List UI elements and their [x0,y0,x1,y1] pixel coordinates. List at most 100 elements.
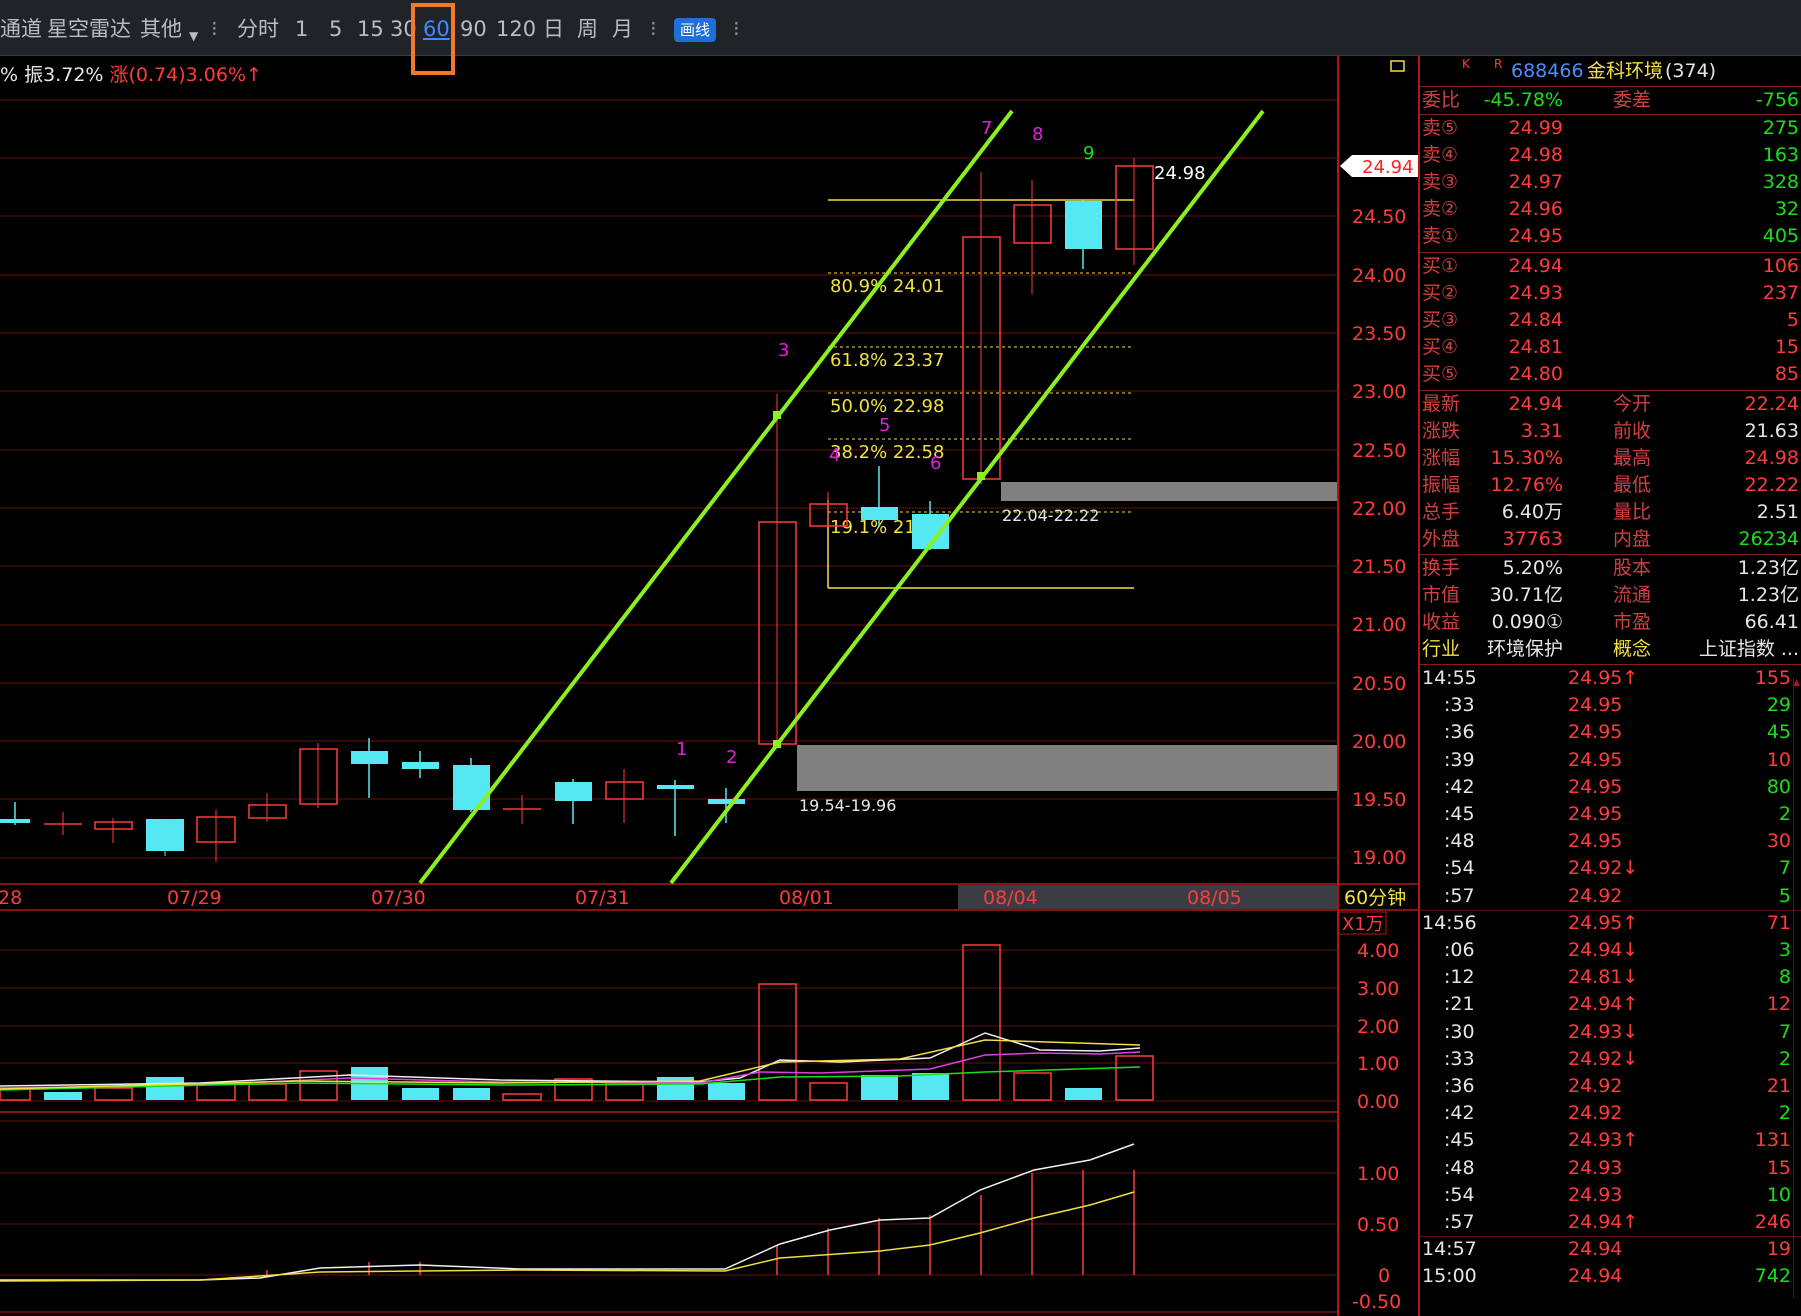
tick-row[interactable]: 14:57 24.94 19 [1420,1236,1801,1263]
period-month[interactable]: 月 [612,17,633,41]
price-grid [0,99,1338,859]
tick-row[interactable]: :42 24.95 80 [1420,774,1801,801]
bid-row[interactable]: 买④ 24.81 15 [1420,334,1801,361]
tick-row[interactable]: :57 24.92 5 [1420,883,1801,910]
scroll-up-icon[interactable]: ▲ [1793,678,1800,688]
tick-row[interactable]: :42 24.92 2 [1420,1100,1801,1127]
last-price-label: 24.94 [1362,157,1414,178]
ask-row[interactable]: 卖③ 24.97 328 [1420,169,1801,196]
tick-row[interactable]: :54 24.92↓ 7 [1420,855,1801,882]
period-120[interactable]: 120 [496,17,536,41]
tick-volume: 131 [1754,1129,1791,1152]
price-tick: 21.50 [1352,556,1406,578]
tick-row[interactable]: :48 24.93 15 [1420,1155,1801,1182]
tick-row[interactable]: :30 24.93↓ 7 [1420,1019,1801,1046]
fib-level-61: 61.8% 23.37 [830,350,944,371]
ask-row[interactable]: 卖① 24.95 405 [1420,223,1801,250]
tick-row[interactable]: 15:00 24.94 742 [1420,1263,1801,1290]
tick-row[interactable]: :06 24.94↓ 3 [1420,937,1801,964]
tick-time: :30 [1444,1020,1475,1043]
tick-row[interactable]: 14:56 24.95↑ 71 [1420,910,1801,937]
chevron-down-icon[interactable]: ▼ [189,24,198,48]
tick-row[interactable]: :45 24.95 2 [1420,801,1801,828]
tick-row[interactable]: 14:55 24.95↑ 155 [1420,665,1801,692]
tick-scrollbar[interactable]: ▲ [1793,678,1801,1298]
stock-code: 688466 [1511,60,1584,82]
period-15[interactable]: 15 [357,17,384,41]
tick-volume: 8 [1778,966,1791,989]
tick-row[interactable]: :39 24.95 10 [1420,747,1801,774]
bid-row[interactable]: 买② 24.93 237 [1420,280,1801,307]
tick-row[interactable]: :54 24.93 10 [1420,1182,1801,1209]
ask-row[interactable]: 卖② 24.96 32 [1420,196,1801,223]
tick-time: :36 [1444,721,1475,744]
tick-price: 24.92 [1568,884,1623,907]
draw-line-button[interactable]: 画线 [674,18,716,42]
tick-time: :12 [1444,966,1475,989]
tick-price: 24.92 [1568,1102,1623,1125]
tick-price: 24.92 [1568,1075,1623,1097]
tick-time: :33 [1444,1047,1475,1070]
bid-row[interactable]: 买③ 24.84 5 [1420,307,1801,334]
menu-tongdao[interactable]: 通道 [0,17,42,41]
price-tick: 24.00 [1352,265,1406,287]
volume-unit: X1万 [1342,914,1384,935]
menu-xingkong-radar[interactable]: 星空雷达 [47,17,131,41]
period-day[interactable]: 日 [543,17,564,41]
tick-volume: 7 [1778,1020,1791,1043]
ask-row[interactable]: 卖④ 24.98 163 [1420,142,1801,169]
svg-text:1: 1 [676,739,687,760]
svg-text:4: 4 [829,445,840,466]
order-ratio-row: 委比 -45.78% 委差 -756 [1422,89,1799,111]
svg-text:1.00: 1.00 [1357,1053,1399,1075]
indicator-ticks: 1.00 0.50 0 -0.50 [1352,1163,1401,1313]
svg-text:3: 3 [778,340,789,361]
tick-time: :57 [1444,884,1475,907]
svg-text:0: 0 [1378,1265,1390,1287]
tick-row[interactable]: :33 24.92↓ 2 [1420,1046,1801,1073]
period-90[interactable]: 90 [460,17,487,41]
period-5[interactable]: 5 [329,17,342,41]
period-1[interactable]: 1 [295,17,308,41]
tick-time: :48 [1444,1156,1475,1179]
last-price-flag: 24.94 [1340,155,1418,178]
fib-level-50: 50.0% 22.98 [830,396,944,417]
period-label: 60分钟 [1344,887,1406,909]
period-week[interactable]: 周 [577,17,598,41]
industry-row[interactable]: 行业 环境保护 概念 上证指数 ... [1420,636,1801,663]
indicator-bars [266,1170,1135,1275]
tick-volume: 30 [1766,830,1791,853]
menu-other[interactable]: 其他 [140,17,182,41]
separator-icon: ⁝ [211,17,218,41]
period-fenshi[interactable]: 分时 [237,17,279,41]
svg-text:4.00: 4.00 [1357,940,1399,962]
tick-row[interactable]: :12 24.81↓ 8 [1420,964,1801,991]
tick-row[interactable]: :45 24.93↑ 131 [1420,1127,1801,1154]
separator-icon: ⁝ [650,17,657,41]
selected-period-highlight [411,3,455,75]
bid-row[interactable]: 买⑤ 24.80 85 [1420,361,1801,388]
tick-volume: 12 [1766,993,1791,1016]
bid-row[interactable]: 买① 24.94 106 [1420,253,1801,280]
tick-volume: 10 [1766,748,1791,771]
tick-volume: 246 [1754,1211,1791,1233]
tick-price: 24.95 [1568,748,1623,771]
kline-chart[interactable]: 24.50 24.00 23.50 23.00 22.50 22.00 21.5… [0,56,1418,1316]
tick-row[interactable]: :36 24.92 21 [1420,1073,1801,1100]
tick-row[interactable]: :21 24.94↑ 12 [1420,991,1801,1018]
tick-time: :36 [1444,1075,1475,1097]
tick-row[interactable]: :36 24.95 45 [1420,719,1801,746]
window-icon[interactable] [1390,60,1405,72]
price-tick: 19.50 [1352,789,1406,811]
ask-row[interactable]: 卖⑤ 24.99 275 [1420,115,1801,142]
stock-title: 688466 金科环境 (374) [1420,58,1801,85]
tick-volume: 71 [1766,911,1791,934]
tick-time: 14:56 [1422,911,1477,934]
price-tick: 21.00 [1352,614,1406,636]
tick-row[interactable]: :57 24.94↑ 246 [1420,1209,1801,1236]
tick-row[interactable]: :33 24.95 29 [1420,692,1801,719]
tick-row[interactable]: :48 24.95 30 [1420,828,1801,855]
tick-time: :45 [1444,1129,1475,1152]
zone-label-upper: 22.04-22.22 [1002,506,1099,525]
svg-text:0.50: 0.50 [1357,1214,1399,1236]
